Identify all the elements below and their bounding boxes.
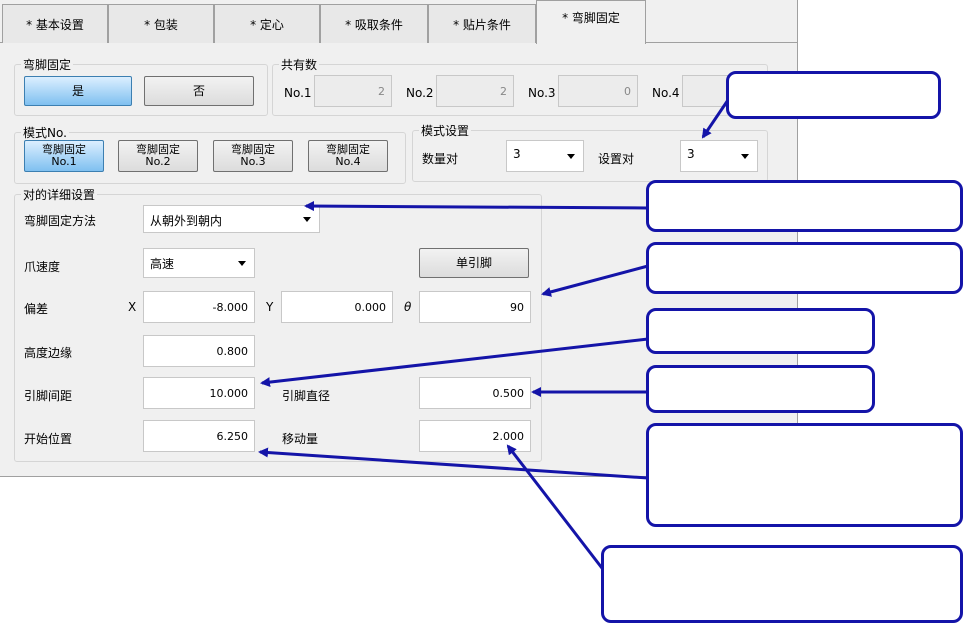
lead-diameter-field[interactable]: 0.500: [419, 377, 531, 409]
shared-no3-field[interactable]: 0: [558, 75, 638, 107]
tab-label: * 基本设置: [26, 17, 84, 32]
pair-count-select[interactable]: 3: [506, 140, 584, 172]
start-position-label: 开始位置: [24, 432, 73, 446]
callout-box: [646, 365, 875, 413]
select-value: 3: [513, 147, 521, 161]
shared-count-legend: 共有数: [281, 58, 318, 72]
offset-theta-label: θ: [404, 300, 412, 314]
chevron-down-icon: [567, 154, 575, 159]
start-position-field[interactable]: 6.250: [143, 420, 255, 452]
mode-no3-button[interactable]: 弯脚固定 No.3: [213, 140, 293, 172]
select-value: 从朝外到朝内: [150, 214, 223, 228]
lead-fix-yes-button[interactable]: 是: [24, 76, 132, 106]
callout-box: [646, 242, 963, 294]
button-label: No.3: [240, 155, 266, 168]
tab-centering[interactable]: * 定心: [214, 4, 320, 43]
lead-pitch-field[interactable]: 10.000: [143, 377, 255, 409]
tab-label: * 弯脚固定: [562, 11, 620, 25]
tab-packaging[interactable]: * 包装: [108, 4, 214, 43]
mode-no2-button[interactable]: 弯脚固定 No.2: [118, 140, 198, 172]
offset-y-field[interactable]: 0.000: [281, 291, 393, 323]
button-label: 否: [192, 84, 205, 98]
method-label: 弯脚固定方法: [24, 214, 97, 228]
button-label: 是: [71, 84, 84, 98]
offset-theta-field[interactable]: 90: [419, 291, 531, 323]
set-pair-select[interactable]: 3: [680, 140, 758, 172]
chevron-down-icon: [741, 154, 749, 159]
shared-no2-field[interactable]: 2: [436, 75, 514, 107]
height-edge-field[interactable]: 0.800: [143, 335, 255, 367]
pair-count-label: 数量对: [422, 152, 459, 166]
button-label: No.1: [51, 155, 77, 168]
tab-label: * 包装: [144, 17, 178, 32]
mode-no4-button[interactable]: 弯脚固定 No.4: [308, 140, 388, 172]
claw-speed-select[interactable]: 高速: [143, 248, 255, 278]
chevron-down-icon: [303, 217, 311, 222]
callout-box: [601, 545, 963, 623]
tab-basic-settings[interactable]: * 基本设置: [2, 4, 108, 43]
mode-no1-button[interactable]: 弯脚固定 No.1: [24, 140, 104, 172]
tab-lead-fix[interactable]: * 弯脚固定: [536, 0, 646, 44]
tab-label: * 定心: [250, 17, 284, 32]
shared-no1-label: No.1: [284, 86, 312, 100]
offset-label: 偏差: [24, 302, 49, 316]
lead-pitch-label: 引脚间距: [24, 389, 73, 403]
mode-settings-legend: 模式设置: [421, 124, 470, 138]
callout-box: [726, 71, 941, 119]
button-label: No.4: [335, 155, 361, 168]
shared-no3-label: No.3: [528, 86, 556, 100]
callout-box: [646, 308, 875, 354]
shared-no4-label: No.4: [652, 86, 680, 100]
lead-fix-no-button[interactable]: 否: [144, 76, 254, 106]
offset-x-field[interactable]: -8.000: [143, 291, 255, 323]
select-value: 高速: [150, 257, 175, 271]
set-pair-label: 设置对: [598, 152, 635, 166]
callout-box: [646, 180, 963, 232]
tab-label: * 贴片条件: [453, 17, 511, 32]
move-amount-field[interactable]: 2.000: [419, 420, 531, 452]
method-select[interactable]: 从朝外到朝内: [143, 205, 320, 233]
lead-fix-legend: 弯脚固定: [23, 58, 72, 72]
select-value: 3: [687, 147, 695, 161]
single-lead-button[interactable]: 单引脚: [419, 248, 529, 278]
claw-speed-label: 爪速度: [24, 260, 61, 274]
button-label: No.2: [145, 155, 171, 168]
chevron-down-icon: [238, 261, 246, 266]
tab-label: * 吸取条件: [345, 17, 403, 32]
tab-pickup-conditions[interactable]: * 吸取条件: [320, 4, 428, 43]
lead-diameter-label: 引脚直径: [282, 389, 331, 403]
shared-no2-label: No.2: [406, 86, 434, 100]
offset-x-label: X: [128, 300, 137, 314]
tab-mount-conditions[interactable]: * 贴片条件: [428, 4, 536, 43]
height-edge-label: 高度边缘: [24, 346, 73, 360]
shared-no1-field[interactable]: 2: [314, 75, 392, 107]
callout-box: [646, 423, 963, 527]
offset-y-label: Y: [266, 300, 274, 314]
button-label: 单引脚: [455, 256, 492, 270]
mode-no-legend: 模式No.: [23, 126, 67, 140]
pair-detail-legend: 对的详细设置: [23, 188, 96, 202]
move-amount-label: 移动量: [282, 432, 319, 446]
